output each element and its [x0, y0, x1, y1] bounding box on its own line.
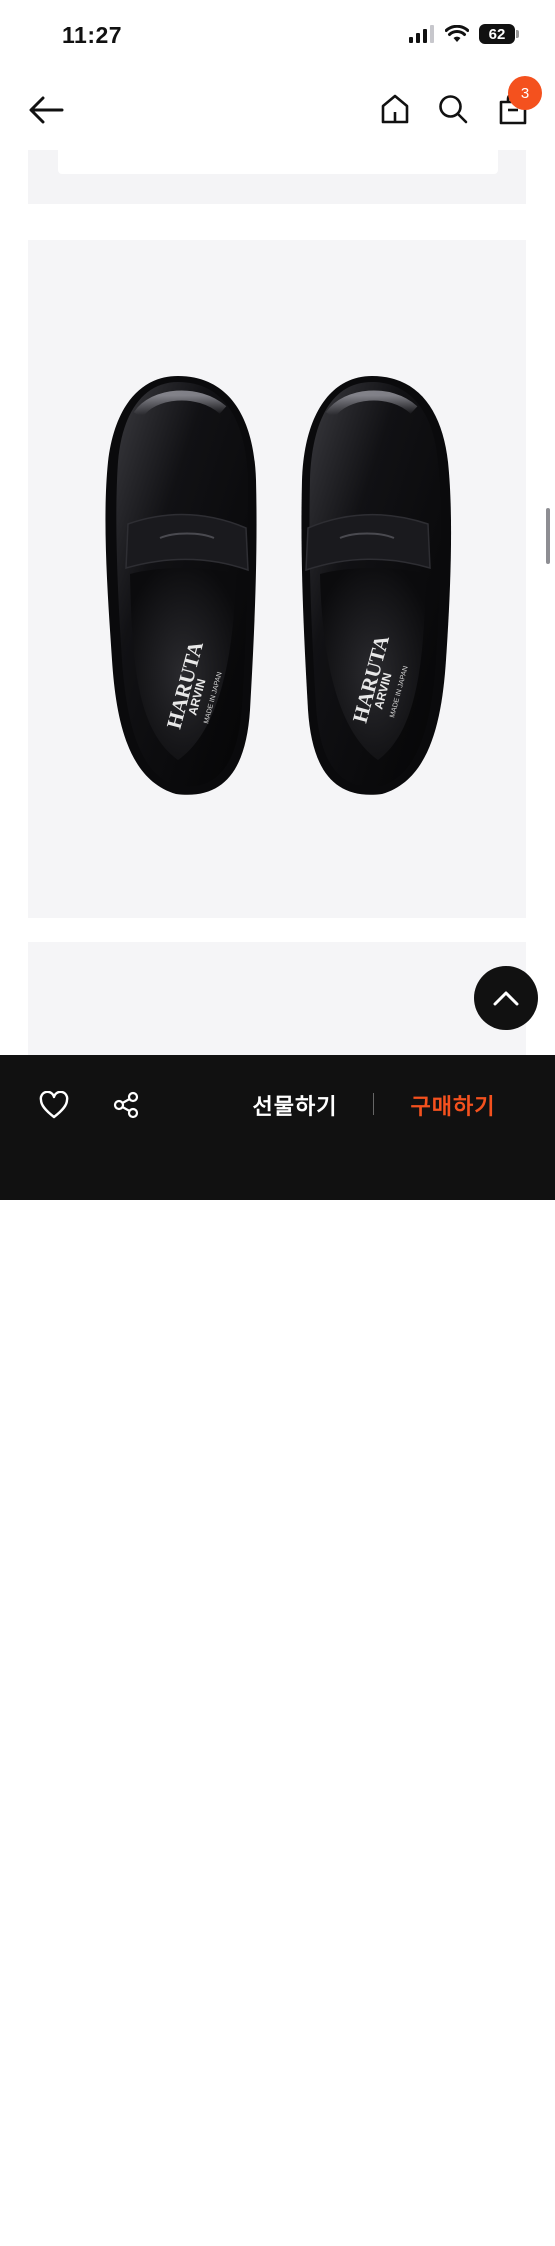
wifi-icon [445, 25, 469, 42]
product-image: HARUTA ARVIN MADE IN JAPAN HARUTA ARVIN … [28, 240, 526, 918]
top-nav [0, 70, 555, 150]
share-button[interactable] [106, 1085, 146, 1125]
home-icon [381, 94, 409, 124]
home-button[interactable] [374, 88, 416, 130]
chevron-up-icon [493, 991, 519, 1006]
bottom-bar-divider [373, 1093, 374, 1115]
buy-button[interactable]: 구매하기 [394, 1085, 512, 1125]
back-arrow-icon [29, 96, 64, 124]
status-icons: 62 [409, 24, 519, 44]
back-button[interactable] [22, 90, 70, 130]
previous-content-card [58, 150, 498, 174]
right-loafer: HARUTA ARVIN MADE IN JAPAN [301, 376, 452, 795]
cart-count-badge: 3 [508, 76, 542, 110]
next-content-panel [28, 942, 526, 1062]
heart-icon [39, 1091, 69, 1119]
share-icon [113, 1091, 139, 1119]
scroll-to-top-button[interactable] [474, 966, 538, 1030]
loafers-illustration: HARUTA ARVIN MADE IN JAPAN HARUTA ARVIN … [105, 376, 452, 795]
left-loafer: HARUTA ARVIN MADE IN JAPAN [105, 376, 257, 795]
signal-icon [409, 25, 434, 43]
battery-level: 62 [488, 25, 506, 43]
status-time: 11:27 [62, 22, 123, 48]
battery-icon: 62 [479, 24, 519, 44]
home-indicator [205, 2241, 350, 2246]
scrollbar[interactable] [546, 508, 550, 564]
search-icon [439, 95, 468, 124]
search-button[interactable] [432, 88, 474, 130]
status-bar: 11:27 62 [0, 0, 555, 70]
gift-button[interactable]: 선물하기 [236, 1085, 354, 1125]
like-button[interactable] [34, 1085, 74, 1125]
bottom-action-bar: 선물하기 구매하기 [0, 1055, 555, 2246]
